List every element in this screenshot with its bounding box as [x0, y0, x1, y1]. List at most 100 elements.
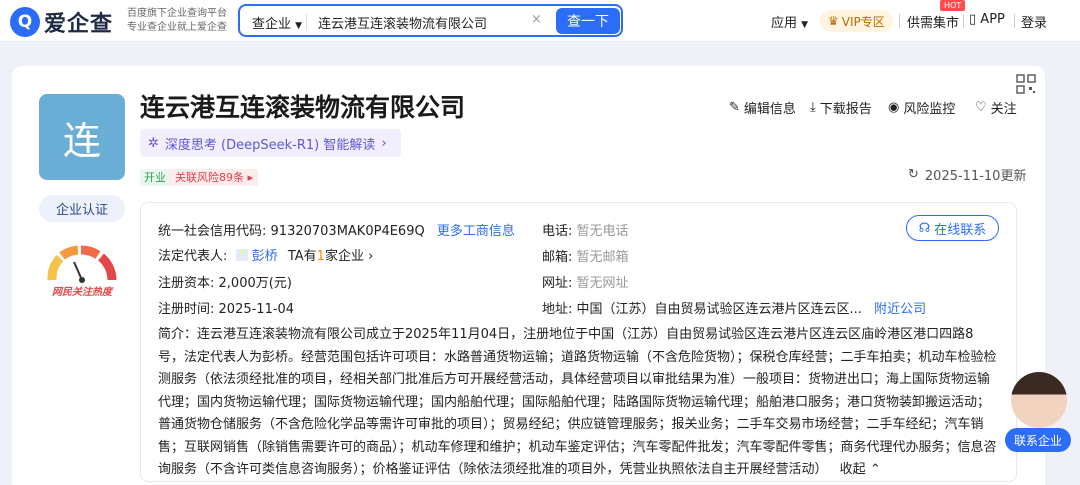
follow-button[interactable]: ♡ 关注 — [975, 98, 1017, 117]
pencil-icon: ✎ — [729, 100, 740, 115]
online-contact-label: 在线联系 — [934, 222, 987, 238]
legal-rep-label: 法定代表人: — [158, 249, 228, 264]
risk-monitor-button[interactable]: ◉ 风险监控 — [888, 98, 955, 117]
crown-icon: ♛ — [828, 14, 839, 28]
search-type-select[interactable]: 查企业 ▼ — [252, 13, 302, 32]
intro-text: 简介：连云港互连滚装物流有限公司成立于2025年11月04日，注册地位于中国（江… — [158, 327, 997, 477]
address-value: 中国（江苏）自由贸易试验区连云港片区连云区... — [576, 302, 862, 317]
email-row: 邮箱: 暂无邮箱 — [542, 246, 629, 265]
legal-rep-row: 法定代表人: 彭桥 TA有1家企业 › — [158, 245, 373, 264]
slogan: 百度旗下企业查询平台 专业查企业就上爱企查 — [127, 7, 227, 35]
vip-label: VIP专区 — [841, 14, 885, 29]
legal-rep-name-link[interactable]: 彭桥 — [252, 249, 278, 264]
monitor-label: 风险监控 — [903, 102, 956, 117]
updated-date[interactable]: ↻ 2025-11-10更新 — [908, 165, 1026, 184]
chevron-right-icon: › — [381, 135, 387, 151]
online-contact-button[interactable]: ☊ 在线联系 — [906, 215, 999, 241]
nav-apps-label: 应用 — [771, 16, 798, 31]
nav-supply-market[interactable]: 供需集市 — [907, 12, 959, 31]
deepseek-label: 深度思考 (DeepSeek-R1) 智能解读 — [164, 137, 376, 153]
top-header: Q 爱企查 百度旗下企业查询平台 专业查企业就上爱企查 查企业 ▼ 连云港互连滚… — [0, 0, 1080, 42]
address-row: 地址: 中国（江苏）自由贸易试验区连云港片区连云区... 附近公司 — [542, 298, 926, 317]
download-label: 下载报告 — [819, 102, 872, 117]
credit-code-label: 统一社会信用代码: — [158, 224, 267, 239]
enterprise-certification-button[interactable]: 企业认证 — [39, 195, 125, 222]
deepseek-analysis-button[interactable]: ✲ 深度思考 (DeepSeek-R1) 智能解读 › — [140, 129, 401, 157]
legal-rep-ta: TA有 — [287, 249, 317, 264]
follow-label: 关注 — [990, 102, 1017, 117]
company-introduction: 简介：连云港互连滚装物流有限公司成立于2025年11月04日，注册地位于中国（江… — [158, 324, 998, 482]
download-icon: ⤓ — [810, 100, 816, 115]
reg-date-row: 注册时间: 2025-11-04 — [158, 298, 294, 317]
phone-value: 暂无电话 — [576, 224, 629, 239]
qr-code-icon[interactable] — [1016, 74, 1036, 94]
collapse-label: 收起 — [839, 462, 866, 477]
download-report-button[interactable]: ⤓ 下载报告 — [810, 98, 872, 117]
updated-label: 2025-11-10更新 — [924, 169, 1027, 184]
credit-code-row: 统一社会信用代码: 91320703MAK0P4E69Q 更多工商信息 — [158, 220, 515, 239]
email-value: 暂无邮箱 — [576, 250, 629, 265]
search-divider — [306, 14, 307, 30]
status-badge: 开业 — [140, 169, 170, 186]
refresh-icon: ↻ — [908, 167, 919, 182]
legal-rep-suffix: 家企业 — [324, 249, 364, 264]
edit-info-button[interactable]: ✎ 编辑信息 — [729, 98, 796, 117]
more-business-info-link[interactable]: 更多工商信息 — [437, 224, 515, 239]
credit-code-value: 91320703MAK0P4E69Q — [270, 224, 425, 239]
hot-badge: HOT — [940, 0, 966, 11]
phone-row: 电话: 暂无电话 — [542, 220, 629, 239]
search-type-label: 查企业 — [252, 17, 292, 32]
website-value: 暂无网址 — [576, 276, 629, 291]
legal-rep-company-count: 1 — [316, 249, 325, 264]
reg-date-label: 注册时间: — [158, 302, 215, 317]
gauge-label: 网民关注热度 — [52, 286, 114, 298]
website-label: 网址: — [542, 276, 573, 291]
search-bar: 查企业 ▼ 连云港互连滚装物流有限公司 × 查一下 — [238, 4, 623, 37]
eye-icon: ◉ — [888, 100, 900, 115]
app-label: APP — [980, 12, 1005, 27]
nav-app-download[interactable]: ▯ APP — [969, 12, 1005, 27]
nav-divider — [899, 14, 900, 28]
person-icon — [235, 249, 248, 261]
phone-icon: ▯ — [969, 12, 977, 27]
search-button[interactable]: 查一下 — [556, 8, 620, 34]
slogan-line-2: 专业查企业就上爱企查 — [127, 22, 227, 33]
address-label: 地址: — [542, 302, 573, 317]
logo-text: 爱企查 — [44, 12, 114, 37]
site-logo[interactable]: Q 爱企查 — [10, 6, 113, 38]
collapse-toggle[interactable]: 收起 ⌃ — [840, 462, 881, 477]
company-name: 连云港互连滚装物流有限公司 — [140, 93, 466, 122]
chevron-up-icon: ⌃ — [869, 462, 881, 477]
slogan-line-1: 百度旗下企业查询平台 — [127, 8, 227, 19]
contact-agent-widget[interactable]: 联系企业 — [1005, 372, 1071, 452]
capital-row: 注册资本: 2,000万(元) — [158, 272, 292, 291]
nav-divider — [1014, 14, 1015, 28]
search-input[interactable]: 连云港互连滚装物流有限公司 — [318, 13, 487, 32]
reg-date-value: 2025-11-04 — [218, 302, 295, 317]
agent-avatar — [1011, 372, 1067, 428]
attention-gauge-icon: 网民关注热度 — [47, 245, 117, 298]
caret-down-icon: ▼ — [801, 20, 809, 30]
clear-icon[interactable]: × — [531, 12, 542, 27]
capital-value: 2,000万(元) — [218, 276, 292, 291]
caret-right-icon: ▸ — [247, 171, 254, 184]
company-avatar: 连 — [39, 94, 125, 180]
login-link[interactable]: 登录 — [1021, 12, 1047, 31]
website-row: 网址: 暂无网址 — [542, 272, 629, 291]
heart-icon: ♡ — [975, 100, 987, 115]
caret-down-icon: ▼ — [295, 21, 303, 31]
phone-label: 电话: — [542, 224, 573, 239]
related-risk-badge[interactable]: 关联风险89条 ▸ — [170, 169, 259, 186]
contact-enterprise-button[interactable]: 联系企业 — [1005, 428, 1071, 452]
edit-label: 编辑信息 — [743, 102, 796, 117]
nearby-companies-link[interactable]: 附近公司 — [874, 302, 926, 317]
capital-label: 注册资本: — [158, 276, 215, 291]
headset-icon: ☊ — [918, 220, 931, 236]
nav-divider — [963, 14, 964, 28]
nav-apps[interactable]: 应用 ▼ — [771, 12, 808, 31]
vip-zone-button[interactable]: ♛ VIP专区 — [820, 10, 893, 32]
sparkle-icon: ✲ — [148, 135, 159, 151]
risk-label: 关联风险89条 — [175, 171, 244, 184]
chevron-right-icon[interactable]: › — [368, 249, 373, 264]
email-label: 邮箱: — [542, 250, 573, 265]
